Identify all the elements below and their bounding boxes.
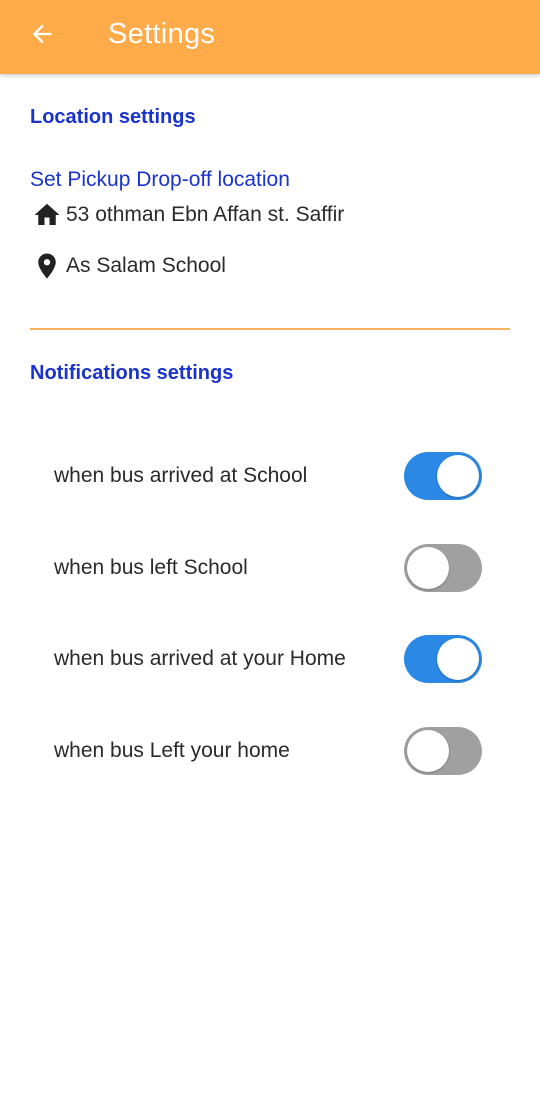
notifications-settings-heading: Notifications settings bbox=[30, 362, 234, 384]
page-title: Settings bbox=[108, 18, 216, 50]
arrow-left-icon bbox=[32, 24, 52, 44]
notification-label: when bus Left your home bbox=[54, 739, 290, 762]
toggle-knob bbox=[437, 455, 479, 497]
location-settings-heading: Location settings bbox=[30, 106, 196, 128]
home-icon bbox=[32, 200, 62, 230]
notification-row-left-home: when bus Left your home bbox=[54, 726, 482, 776]
toggle-knob bbox=[437, 638, 479, 680]
notification-label: when bus left School bbox=[54, 556, 248, 579]
arrived-home-toggle[interactable] bbox=[404, 635, 482, 683]
toggle-knob bbox=[407, 730, 449, 772]
toggle-knob bbox=[407, 547, 449, 589]
notification-row-arrived-school: when bus arrived at School bbox=[54, 451, 482, 501]
app-bar: Settings bbox=[0, 0, 540, 74]
left-home-toggle[interactable] bbox=[404, 727, 482, 775]
set-pickup-dropoff-link[interactable]: Set Pickup Drop-off location bbox=[30, 166, 290, 194]
home-address-row: 53 othman Ebn Affan st. Saffir bbox=[32, 200, 344, 230]
notification-label: when bus arrived at your Home bbox=[54, 647, 346, 670]
school-name-text: As Salam School bbox=[66, 254, 226, 277]
map-pin-icon bbox=[32, 251, 62, 281]
home-address-text: 53 othman Ebn Affan st. Saffir bbox=[66, 203, 345, 226]
notification-row-arrived-home: when bus arrived at your Home bbox=[54, 634, 482, 684]
school-row: As Salam School bbox=[32, 251, 226, 281]
back-button[interactable] bbox=[22, 14, 62, 54]
left-school-toggle[interactable] bbox=[404, 544, 482, 592]
arrived-school-toggle[interactable] bbox=[404, 452, 482, 500]
notification-row-left-school: when bus left School bbox=[54, 543, 482, 593]
section-divider bbox=[30, 328, 510, 330]
notification-label: when bus arrived at School bbox=[54, 464, 308, 487]
